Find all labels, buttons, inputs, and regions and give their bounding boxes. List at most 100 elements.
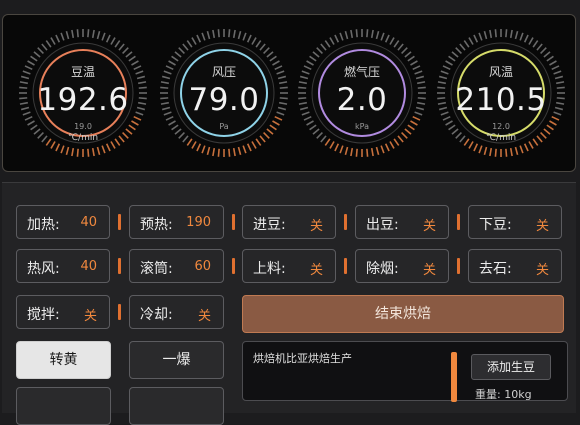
drop-button[interactable]: 下豆: 关 [468, 205, 562, 239]
dial-tick [101, 145, 106, 154]
dial-tick [251, 37, 257, 45]
fan-button[interactable]: 热风: 40 [16, 249, 110, 283]
dial-tick [105, 143, 111, 152]
dial-tick [114, 40, 121, 48]
gauge-label: 豆温 [70, 65, 95, 79]
separator [344, 214, 347, 230]
dial-tick [375, 30, 380, 40]
gauge-value: 210.5 [455, 82, 547, 118]
destone-button[interactable]: 去石: 关 [468, 249, 562, 283]
dial-tick [251, 141, 257, 149]
heat-label: 加热: [27, 217, 60, 233]
dial-tick [232, 148, 236, 157]
dial-tick [201, 145, 206, 154]
load-value: 关 [309, 263, 323, 278]
separator [457, 258, 460, 274]
dial-tick [324, 40, 331, 48]
gas-pressure-gauge: 燃气压 2.0 kPa [296, 27, 428, 159]
add-green-beans-button[interactable]: 添加生豆 [471, 354, 551, 380]
dial-tick [263, 47, 270, 54]
gauge-value: 2.0 [336, 82, 388, 118]
dial-tick [217, 148, 220, 157]
yellowing-button[interactable]: 转黄 [16, 341, 111, 379]
dial-tick [237, 146, 242, 156]
dial-tick [543, 51, 551, 58]
drop-label: 下豆: [479, 217, 512, 233]
dial-tick [50, 37, 56, 45]
first-crack-button[interactable]: 一爆 [129, 341, 224, 379]
load-button[interactable]: 上料: 关 [242, 249, 336, 283]
dial-tick [334, 34, 340, 43]
dial-tick [494, 29, 497, 38]
dial-tick [191, 37, 197, 45]
separator [232, 258, 235, 274]
dial-tick [30, 55, 38, 62]
dial-tick [178, 47, 185, 54]
feed-in-value: 关 [309, 219, 323, 234]
dial-tick [96, 30, 101, 40]
preheat-button[interactable]: 预热: 190 [129, 205, 224, 239]
mode-button[interactable] [16, 387, 111, 425]
dial-tick [519, 145, 524, 154]
gauge-value: 192.6 [37, 82, 129, 118]
gauge-label: 风温 [488, 65, 513, 79]
drum-button[interactable]: 滚筒: 60 [129, 249, 224, 283]
dial-tick [344, 30, 349, 40]
separator [232, 214, 235, 230]
preheat-value: 190 [186, 215, 211, 230]
feed-out-button[interactable]: 出豆: 关 [355, 205, 449, 239]
dial-tick [242, 32, 247, 41]
dial-tick [128, 55, 136, 62]
dial-tick [478, 32, 483, 41]
dial-tick [523, 143, 529, 152]
mode-button[interactable] [129, 387, 224, 425]
control-panel: 加热: 40 预热: 190 进豆: 关 出豆: 关 下豆: 关 热风: 40 … [2, 182, 576, 425]
dial-tick [489, 148, 493, 157]
dial-tick [255, 138, 262, 146]
dial-tick [483, 146, 488, 156]
dial-tick [389, 37, 395, 45]
dial-tick [186, 138, 193, 146]
dial-tick [370, 29, 374, 38]
dial-tick [186, 40, 193, 48]
dial-tick [393, 40, 400, 48]
dial-tick [404, 51, 412, 58]
dial-tick [397, 43, 404, 51]
dial-tick [320, 43, 327, 51]
dial-tick [41, 43, 48, 51]
gauge-unit: ℃/min [67, 133, 99, 143]
air-temp-gauge: 风温 210.5 12.0 ℃/min [435, 27, 567, 159]
dial-tick [309, 55, 317, 62]
dial-tick [478, 145, 483, 154]
feed-in-button[interactable]: 进豆: 关 [242, 205, 336, 239]
dial-tick [71, 148, 75, 157]
dial-tick [65, 146, 70, 156]
dial-tick [178, 132, 185, 139]
heat-value: 40 [80, 215, 97, 230]
heat-button[interactable]: 加热: 40 [16, 205, 110, 239]
cool-button[interactable]: 冷却: 关 [129, 295, 224, 329]
load-label: 上料: [253, 261, 286, 277]
dial-tick [380, 145, 385, 154]
dial-tick [407, 55, 415, 62]
cool-label: 冷却: [140, 307, 173, 323]
dial-tick [329, 141, 335, 149]
end-roast-button[interactable]: 结束烘焙 [242, 295, 564, 333]
separator [118, 214, 121, 230]
dial-tick [448, 55, 456, 62]
dial-tick [489, 29, 493, 38]
dial-tick [182, 43, 189, 51]
dial-tick [246, 143, 252, 152]
separator [344, 258, 347, 274]
dial-tick [105, 34, 111, 43]
feed-out-label: 出豆: [366, 217, 399, 233]
gauge-panel: 豆温 192.6 19.0 ℃/min 风压 79.0 Pa 燃气压 2.0 k… [2, 14, 576, 172]
stir-button[interactable]: 搅拌: 关 [16, 295, 110, 329]
dial-tick [546, 55, 554, 62]
dial-tick [375, 146, 380, 156]
scrollbar[interactable] [451, 352, 457, 402]
smoke-button[interactable]: 除烟: 关 [355, 249, 449, 283]
dial-tick [519, 32, 524, 41]
dial-tick [329, 37, 335, 45]
dial-tick [65, 30, 70, 40]
